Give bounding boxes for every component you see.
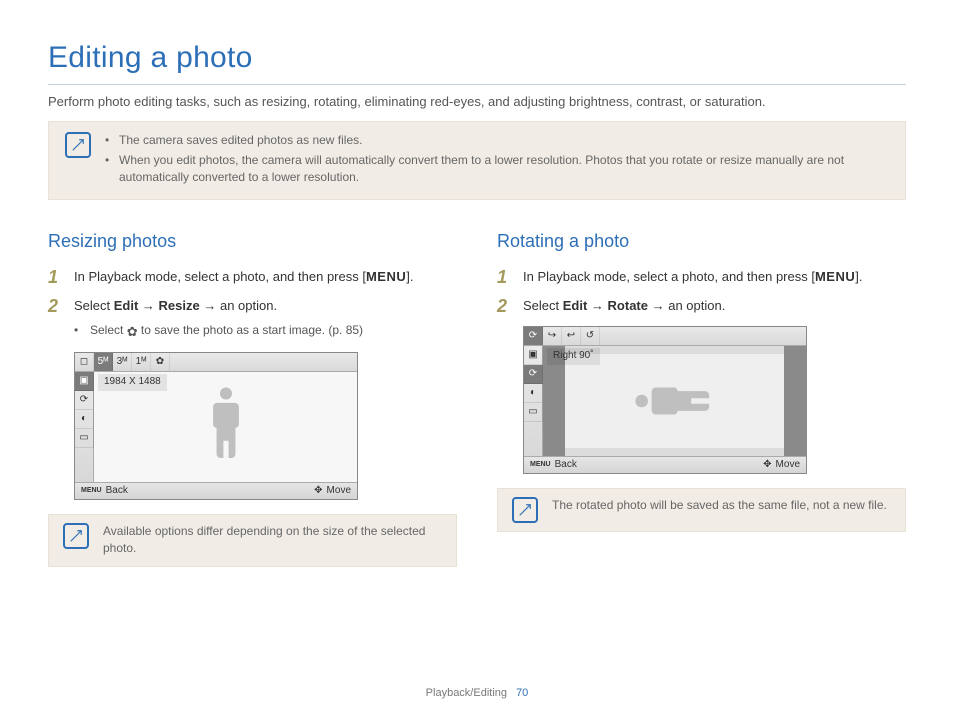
move-icon: ✥	[314, 484, 322, 499]
footer-section: Playback/Editing	[426, 687, 507, 699]
ss-top-icon: ◻	[75, 353, 94, 371]
top-note-box: The camera saves edited photos as new fi…	[48, 121, 906, 199]
top-note-list: The camera saves edited photos as new fi…	[105, 132, 889, 188]
move-icon: ✥	[763, 458, 771, 473]
step-1: 1 In Playback mode, select a photo, and …	[48, 268, 457, 288]
sub-text: Select	[90, 323, 127, 337]
ss-rotation-label: Right 90˚	[547, 348, 600, 365]
step-number: 2	[497, 297, 513, 474]
section-heading: Resizing photos	[48, 228, 457, 254]
step-1: 1 In Playback mode, select a photo, and …	[497, 268, 906, 288]
person-silhouette	[201, 382, 251, 468]
person-silhouette-rotated	[630, 376, 720, 426]
edit-label: Edit	[114, 298, 139, 313]
ss-side-icon: ▣	[524, 346, 543, 365]
ss-side-icon: ◐	[524, 384, 543, 403]
ss-top-icon: ↩	[562, 327, 581, 345]
command-label: Rotate	[608, 298, 648, 313]
step-number: 2	[48, 297, 64, 500]
menu-key: MENU	[815, 269, 855, 284]
start-image-icon: ✿	[127, 323, 138, 342]
step-text: In Playback mode, select a photo, and th…	[523, 269, 808, 284]
ss-top-icon-3m: 3ᴹ	[113, 353, 132, 371]
rotate-note-text: The rotated photo will be saved as the s…	[552, 497, 887, 514]
ss-top-icon-rotate: ⟳	[524, 327, 543, 345]
step-text: Select	[523, 298, 563, 313]
rotate-note-box: The rotated photo will be saved as the s…	[497, 488, 906, 532]
menu-key-icon: MENU	[530, 460, 551, 470]
sub-text: to save the photo as a start image. (p. …	[138, 323, 363, 337]
ss-top-icon-5m: 5ᴹ	[94, 353, 113, 371]
ss-top-icon: ↪	[543, 327, 562, 345]
top-note-item: When you edit photos, the camera will au…	[105, 152, 889, 187]
step-number: 1	[497, 268, 513, 288]
ss-side-icon: ⟳	[524, 365, 543, 384]
bullet: •	[74, 322, 84, 339]
footer-page-number: 70	[516, 687, 528, 699]
note-icon	[512, 497, 538, 523]
back-label: Back	[555, 458, 577, 473]
ss-side-icon: ⟳	[75, 391, 94, 410]
step-text: In Playback mode, select a photo, and th…	[74, 269, 359, 284]
arrow: →	[138, 298, 158, 313]
menu-key-icon: MENU	[81, 486, 102, 496]
step-2: 2 Select Edit → Rotate → an option. ⟳ ↪ …	[497, 297, 906, 474]
arrow: →	[587, 298, 607, 313]
resizing-section: Resizing photos 1 In Playback mode, sele…	[48, 228, 457, 567]
step-number: 1	[48, 268, 64, 288]
ss-side-icon: ◐	[75, 410, 94, 429]
menu-key: MENU	[366, 269, 406, 284]
resize-note-text: Available options differ depending on th…	[103, 523, 442, 558]
back-label: Back	[106, 484, 128, 499]
ss-top-icon: ↺	[581, 327, 600, 345]
ss-side-icon: ▣	[75, 372, 94, 391]
edit-label: Edit	[563, 298, 588, 313]
command-label: Resize	[159, 298, 200, 313]
ss-side-icon: ▭	[524, 403, 543, 422]
intro-text: Perform photo editing tasks, such as res…	[48, 93, 906, 112]
note-icon	[65, 132, 91, 158]
move-label: Move	[327, 484, 351, 499]
ss-side-icon: ▭	[75, 429, 94, 448]
step-text: Select	[74, 298, 114, 313]
ss-resolution-label: 1984 X 1488	[98, 374, 167, 391]
rotating-section: Rotating a photo 1 In Playback mode, sel…	[497, 228, 906, 567]
rotate-screenshot: ⟳ ↪ ↩ ↺ ▣ ⟳ ◐ ▭ Ri	[523, 326, 807, 474]
resize-screenshot: ◻ 5ᴹ 3ᴹ 1ᴹ ✿ ▣ ⟳ ◐ ▭	[74, 352, 358, 500]
note-icon	[63, 523, 89, 549]
step-suffix: → an option.	[200, 298, 277, 313]
move-label: Move	[776, 458, 800, 473]
page-title: Editing a photo	[48, 36, 906, 80]
step-2: 2 Select Edit → Resize → an option. • Se…	[48, 297, 457, 500]
ss-top-icon-1m: 1ᴹ	[132, 353, 151, 371]
resize-note-box: Available options differ depending on th…	[48, 514, 457, 567]
section-heading: Rotating a photo	[497, 228, 906, 254]
page-footer: Playback/Editing 70	[0, 686, 954, 702]
top-note-item: The camera saves edited photos as new fi…	[105, 132, 889, 149]
step-suffix: → an option.	[648, 298, 725, 313]
ss-top-icon-start: ✿	[151, 353, 170, 371]
title-rule	[48, 84, 906, 85]
